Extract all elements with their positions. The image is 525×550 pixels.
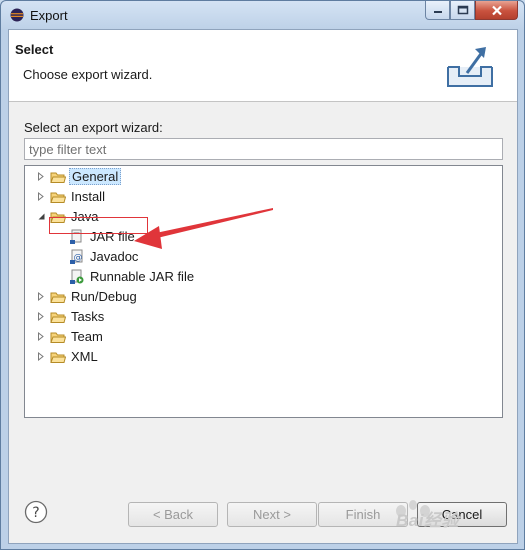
filter-input[interactable] [24,138,503,160]
tree-item-label: XML [71,349,98,364]
back-button[interactable]: < Back [128,502,218,527]
expand-arrow-icon[interactable] [35,331,47,343]
wizard-header: Select Choose export wizard. [9,30,517,102]
folder-icon [50,329,66,345]
tree-item-label: Install [71,189,105,204]
tree-item-label: Javadoc [90,249,139,264]
export-dialog: Export Select Choose export wizard. Sele… [0,0,525,550]
maximize-icon [457,5,468,15]
minimize-button[interactable] [425,1,450,20]
folder-icon [50,289,66,305]
tree-item-label: General [69,168,122,185]
folder-icon [50,209,66,225]
tree-item-tasks[interactable]: Tasks [35,307,106,326]
tree-item-label: Java [71,209,99,224]
folder-icon [50,309,66,325]
eclipse-icon [10,8,24,22]
folder-icon [50,189,66,205]
tree-item-general[interactable]: General [35,167,122,186]
tree-item-team[interactable]: Team [35,327,105,346]
folder-icon [50,349,66,365]
close-button[interactable] [475,1,518,20]
svg-text:?: ? [32,505,39,521]
window-title: Export [30,8,68,23]
tree-item-runnable-jar[interactable]: Runnable JAR file [69,267,196,286]
tree-item-label: Team [71,329,103,344]
expand-arrow-icon[interactable] [35,191,47,203]
maximize-button[interactable] [450,1,475,20]
close-icon [491,5,502,15]
expand-arrow-icon[interactable] [35,291,47,303]
next-button[interactable]: Next > [227,502,317,527]
tree-item-label: Tasks [71,309,105,324]
tree-item-java[interactable]: Java [35,207,100,226]
minimize-icon [433,11,442,13]
tree-item-label: Runnable JAR file [90,269,195,284]
tree-item-xml[interactable]: XML [35,347,100,366]
expand-arrow-icon[interactable] [35,311,47,323]
tree-item-install[interactable]: Install [35,187,107,206]
page-description: Choose export wizard. [23,67,153,82]
help-icon[interactable]: ? [24,500,48,524]
collapse-arrow-icon[interactable] [35,211,47,223]
tree-item-javadoc[interactable]: @ Javadoc [69,247,140,266]
dialog-client-area: Select Choose export wizard. Select an e… [8,29,518,544]
tree-item-label: JAR file [90,229,135,244]
title-bar[interactable]: Export [1,1,524,29]
folder-icon [50,169,66,185]
tree-item-run-debug[interactable]: Run/Debug [35,287,139,306]
page-title: Select [15,42,54,57]
expand-arrow-icon[interactable] [35,171,47,183]
wizard-tree[interactable]: General Install Java JAR file @ Javadoc … [24,165,503,418]
watermark-text: Bai经验 [396,511,459,530]
tree-item-jar-file[interactable]: JAR file [69,227,137,246]
finish-button[interactable]: Finish [318,502,408,527]
tree-item-label: Run/Debug [71,289,137,304]
runnable-jar-icon [69,269,85,285]
filter-label: Select an export wizard: [24,120,163,135]
javadoc-icon: @ [69,249,85,265]
expand-arrow-icon[interactable] [35,351,47,363]
jar-file-icon [69,229,85,245]
export-wizard-icon [447,47,493,87]
